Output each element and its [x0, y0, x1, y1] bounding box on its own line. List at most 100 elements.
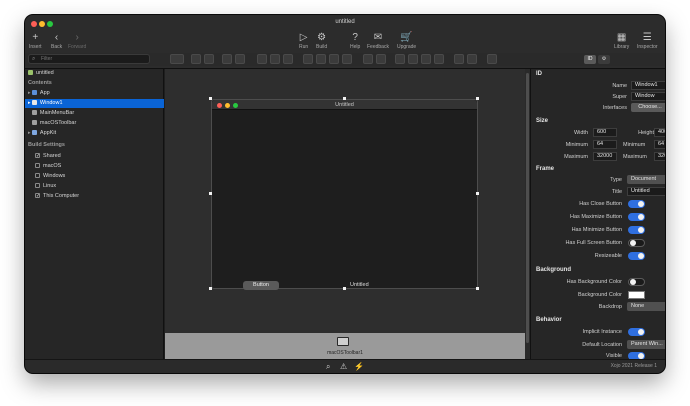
- lock-tool[interactable]: [235, 54, 245, 64]
- build-item-linux[interactable]: Linux: [25, 182, 164, 191]
- resize-handle-tr[interactable]: [476, 97, 479, 100]
- align-tool-1[interactable]: [191, 54, 201, 64]
- build-item-windows[interactable]: Windows: [25, 172, 164, 181]
- distribute-tool-2[interactable]: [467, 54, 477, 64]
- transform-tool-3[interactable]: [329, 54, 339, 64]
- project-item[interactable]: untitled: [25, 69, 164, 78]
- upgrade-button[interactable]: 🛒 Upgrade: [397, 32, 416, 51]
- comment-tool[interactable]: [487, 54, 497, 64]
- maximize-button-toggle[interactable]: [628, 213, 645, 221]
- implicit-instance-toggle[interactable]: [628, 328, 645, 336]
- align-right-tool[interactable]: [421, 54, 431, 64]
- search-icon[interactable]: ⌕: [326, 362, 330, 372]
- build-button[interactable]: ⚙ Build: [316, 32, 327, 51]
- has-background-label: Has Background Color: [566, 279, 622, 285]
- navigator-item-app[interactable]: ▸ App: [25, 89, 164, 98]
- checkbox[interactable]: ✓: [35, 153, 40, 159]
- shelf-tray: macOSToolbar1: [165, 333, 525, 359]
- forward-button[interactable]: › Forward: [68, 32, 86, 51]
- feedback-icon: ✉: [373, 32, 383, 43]
- resize-handle-l[interactable]: [209, 192, 212, 195]
- design-window[interactable]: Untitled Button Untitled: [211, 99, 478, 290]
- build-item-shared[interactable]: ✓ Shared: [25, 152, 164, 161]
- align-tool-2[interactable]: [204, 54, 214, 64]
- transform-tool-4[interactable]: [342, 54, 352, 64]
- feedback-button[interactable]: ✉ Feedback: [367, 32, 389, 51]
- back-button[interactable]: ‹ Back: [51, 32, 62, 51]
- checkbox[interactable]: ✓: [35, 193, 40, 199]
- default-location-popup[interactable]: Parent Win...⇕: [627, 340, 665, 349]
- resizeable-toggle[interactable]: [628, 252, 645, 260]
- contents-header: Contents: [28, 80, 52, 86]
- navigator-item-label: Window1: [39, 100, 63, 106]
- build-item-label: This Computer: [43, 193, 80, 199]
- window-title: untitled: [335, 19, 355, 25]
- gear-icon[interactable]: ⚙: [598, 55, 610, 64]
- insert-button[interactable]: + Insert: [29, 32, 42, 51]
- min-width-field[interactable]: 64: [593, 140, 617, 149]
- inspector-button[interactable]: ☰ Inspector: [637, 32, 658, 51]
- build-item-this-computer[interactable]: ✓ This Computer: [25, 192, 164, 201]
- design-pushbutton[interactable]: Button: [243, 281, 279, 290]
- super-field[interactable]: Window: [631, 92, 665, 101]
- background-color-swatch[interactable]: [628, 291, 645, 299]
- distribute-tool-1[interactable]: [454, 54, 464, 64]
- height-field[interactable]: 400: [654, 128, 665, 137]
- align-left-tool[interactable]: [395, 54, 405, 64]
- fullscreen-button-toggle[interactable]: [628, 239, 645, 247]
- group-tool-1[interactable]: [363, 54, 373, 64]
- order-tool-2[interactable]: [270, 54, 280, 64]
- resize-handle-bl[interactable]: [209, 287, 212, 290]
- library-button[interactable]: ▦ Library: [614, 32, 629, 51]
- checkbox[interactable]: [35, 183, 40, 189]
- checkbox[interactable]: [35, 173, 40, 179]
- resize-handle-br[interactable]: [476, 287, 479, 290]
- navigator-item-window1[interactable]: ▸ Window1: [25, 99, 164, 108]
- checkbox[interactable]: [35, 163, 40, 169]
- tray-item-label[interactable]: macOSToolbar1: [165, 350, 525, 356]
- max-width-field[interactable]: 32000: [593, 152, 617, 161]
- close-button-toggle[interactable]: [628, 200, 645, 208]
- group-tool-2[interactable]: [376, 54, 386, 64]
- has-background-toggle[interactable]: [628, 278, 645, 286]
- version-label: Xojo 2021 Release 1: [610, 363, 657, 369]
- tab-id-inspector[interactable]: ID: [584, 55, 596, 64]
- run-button[interactable]: ▷ Run: [299, 32, 308, 51]
- align-center-tool[interactable]: [408, 54, 418, 64]
- item-icon: [31, 120, 37, 126]
- navigator-item-appkit[interactable]: ▸ AppKit: [25, 129, 164, 138]
- help-button[interactable]: ? Help: [350, 32, 360, 51]
- warning-icon[interactable]: ⚠: [340, 362, 347, 371]
- build-item-macos[interactable]: macOS: [25, 162, 164, 171]
- design-label[interactable]: Untitled: [350, 281, 369, 290]
- transform-tool-2[interactable]: [316, 54, 326, 64]
- width-field[interactable]: 600: [593, 128, 617, 137]
- order-tool-3[interactable]: [283, 54, 293, 64]
- filter-field[interactable]: ⌕ Filter: [28, 54, 150, 64]
- layout-editor[interactable]: Untitled Button Untitled: [165, 69, 525, 333]
- align-top-tool[interactable]: [434, 54, 444, 64]
- height-label: Height: [638, 130, 654, 136]
- title-field[interactable]: Untitled: [627, 187, 665, 196]
- resize-handle-tl[interactable]: [209, 97, 212, 100]
- min-height-field[interactable]: 64: [654, 140, 665, 149]
- signal-icon[interactable]: ⚡: [354, 362, 364, 371]
- resize-handle-r[interactable]: [476, 192, 479, 195]
- type-popup[interactable]: Document⇕: [627, 175, 665, 184]
- max-height-field[interactable]: 32000: [654, 152, 665, 161]
- interfaces-choose-button[interactable]: Choose...: [631, 103, 665, 112]
- resize-handle-t[interactable]: [343, 97, 346, 100]
- build-item-label: Linux: [43, 183, 57, 189]
- transform-tool-1[interactable]: [303, 54, 313, 64]
- order-tool-1[interactable]: [257, 54, 267, 64]
- minimize-button-toggle[interactable]: [628, 226, 645, 234]
- navigator-item-mainmenubar[interactable]: ▸ MainMenuBar: [25, 109, 164, 118]
- add-control-button[interactable]: [170, 54, 184, 64]
- backdrop-popup[interactable]: None⇕: [627, 302, 665, 311]
- toolbar-icon[interactable]: [337, 337, 349, 346]
- name-field[interactable]: Window1: [631, 81, 665, 90]
- scrollbar-thumb[interactable]: [526, 73, 529, 343]
- navigator-item-macostoolbar[interactable]: ▸ macOSToolbar: [25, 119, 164, 128]
- resize-handle-b[interactable]: [343, 287, 346, 290]
- edit-tool[interactable]: [222, 54, 232, 64]
